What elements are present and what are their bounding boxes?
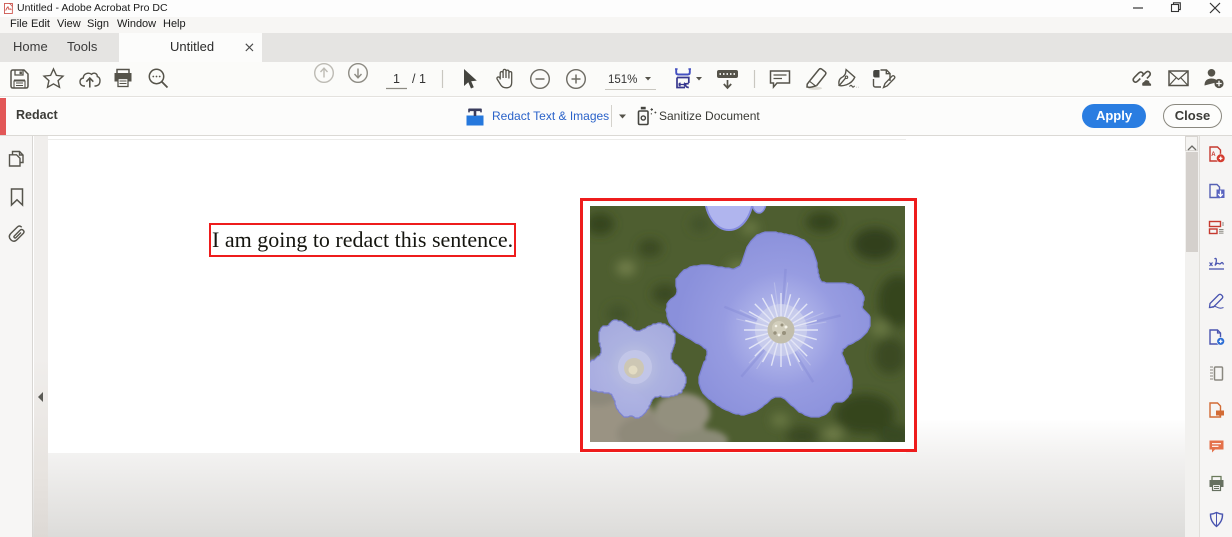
svg-text:1: 1 (393, 72, 400, 86)
svg-text:A: A (1211, 152, 1216, 158)
svg-text:151%: 151% (608, 74, 637, 86)
svg-text:/ 1: / 1 (412, 72, 426, 86)
